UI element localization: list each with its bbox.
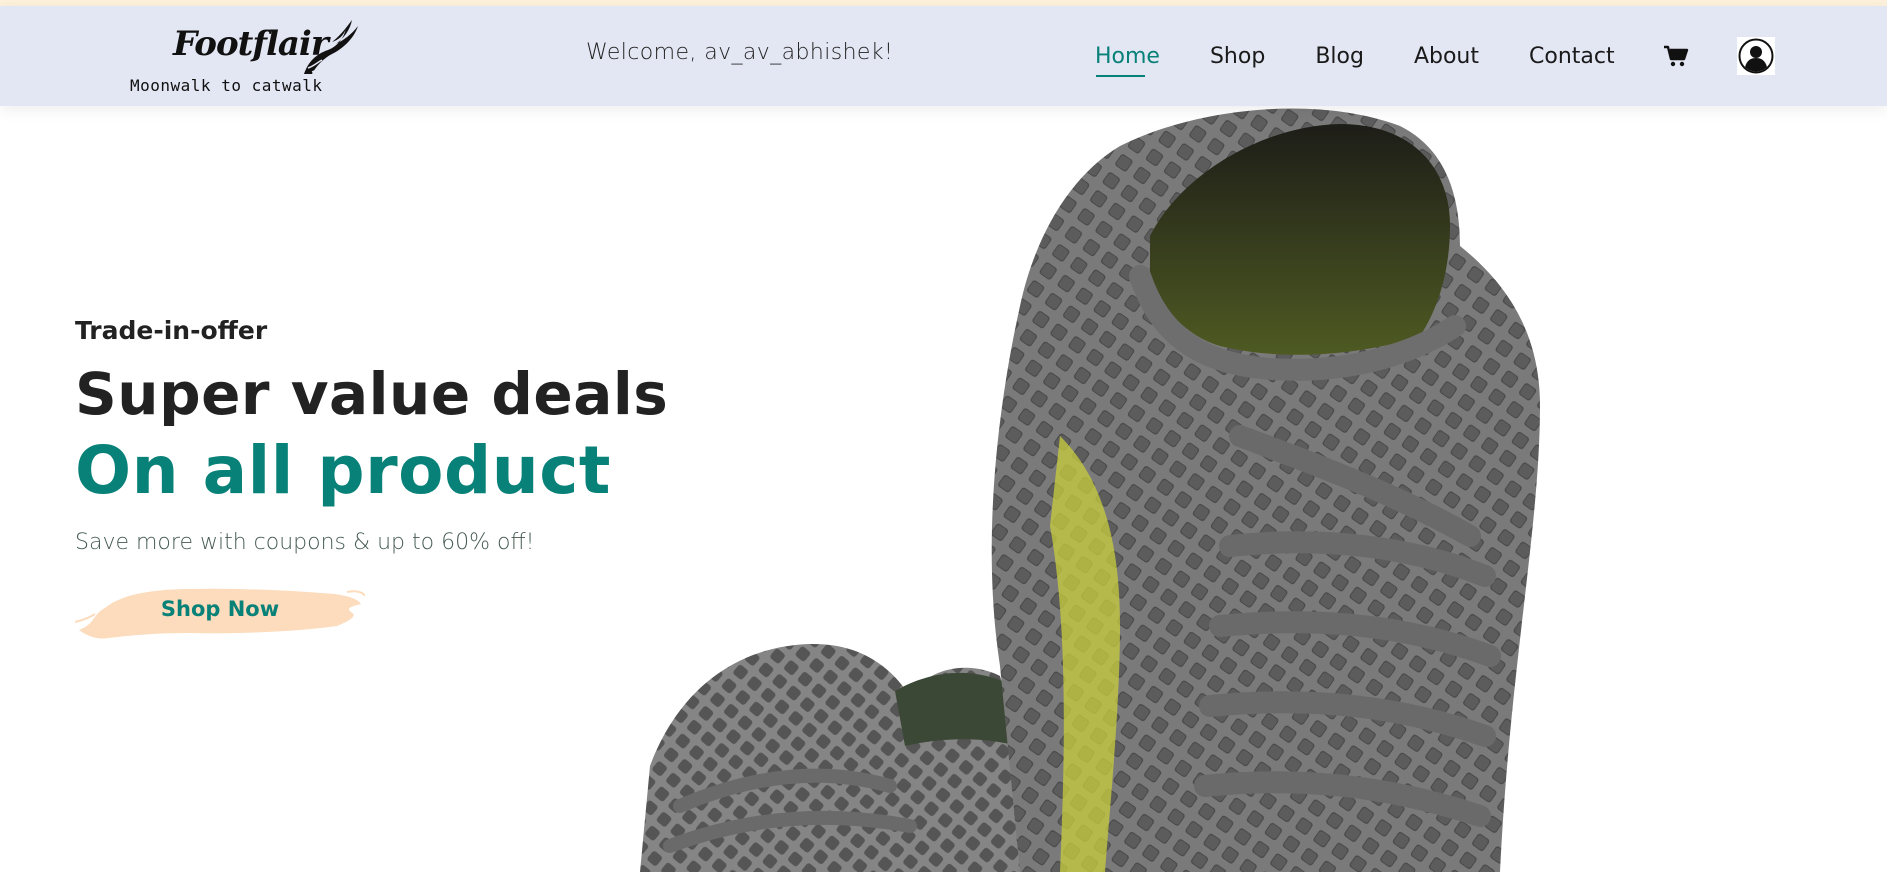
hero-title: Super value deals [75, 360, 669, 428]
user-account-button[interactable] [1736, 37, 1775, 75]
brand-tagline: Moonwalk to catwalk [130, 76, 323, 95]
user-account-icon [1738, 38, 1774, 74]
nav-contact[interactable]: Contact [1529, 44, 1615, 69]
gray-mesh-sneakers-image [640, 108, 1540, 872]
hero-kicker: Trade-in-offer [75, 316, 268, 345]
shopping-cart-icon[interactable] [1663, 44, 1689, 68]
hero-highlight-title: On all product [75, 432, 611, 509]
nav-shop[interactable]: Shop [1210, 44, 1265, 69]
hero-subtitle: Save more with coupons & up to 60% off! [75, 530, 535, 555]
welcome-message: Welcome, av_av_abhishek! [586, 40, 894, 65]
nav-blog[interactable]: Blog [1315, 44, 1364, 69]
shop-now-label: Shop Now [160, 597, 280, 621]
site-header: Footflair Moonwalk to catwalk Welcome, a… [0, 6, 1887, 106]
nav-home[interactable]: Home [1095, 44, 1160, 77]
winged-shoe-icon [304, 20, 358, 74]
shop-now-button[interactable]: Shop Now [75, 578, 365, 646]
main-navigation: Home Shop Blog About Contact [1095, 6, 1775, 106]
nav-about[interactable]: About [1414, 44, 1479, 69]
brand-logo[interactable]: Footflair Moonwalk to catwalk [128, 14, 368, 102]
